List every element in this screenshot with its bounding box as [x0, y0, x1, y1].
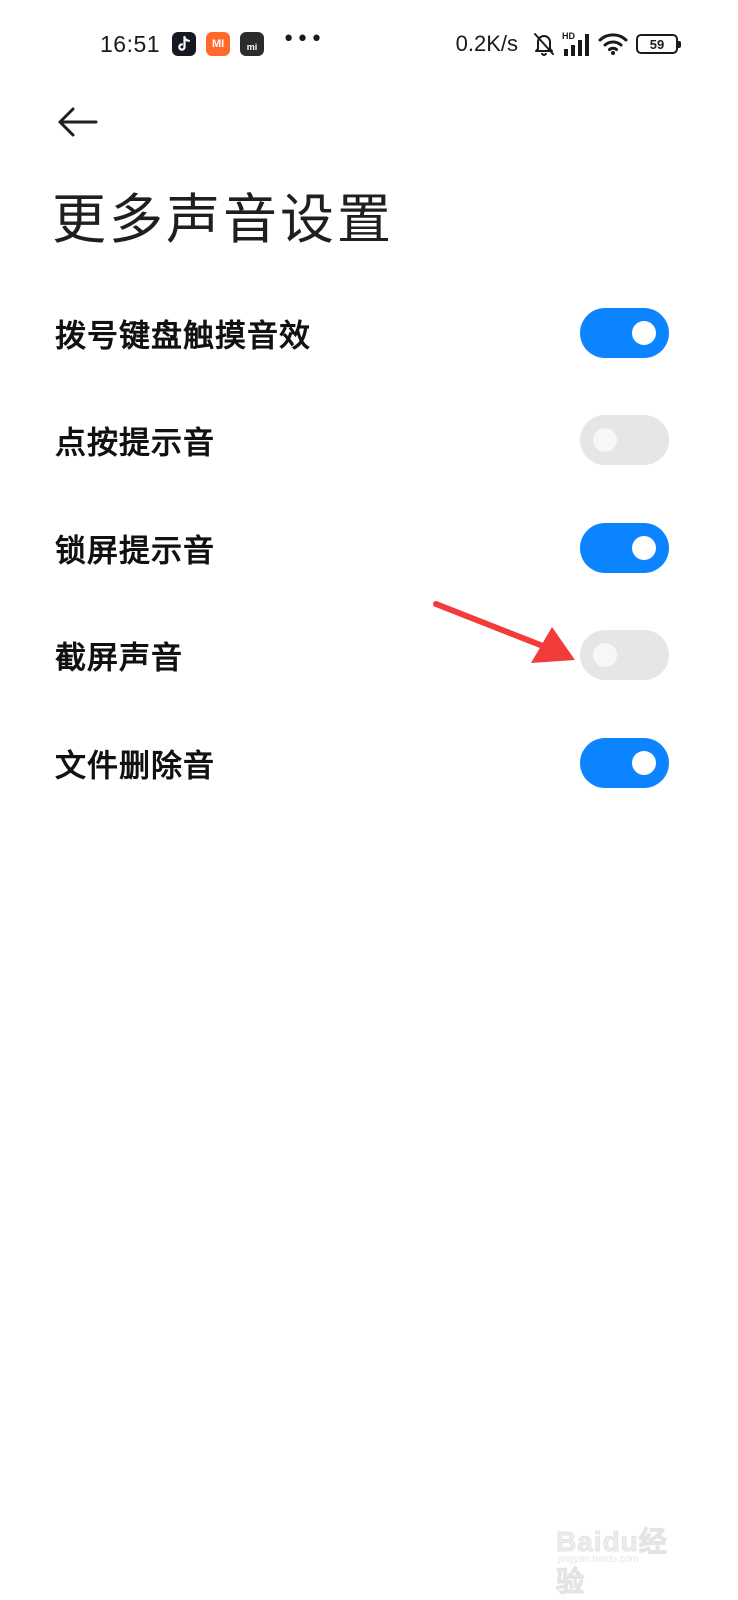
dialpad-touch-sound-toggle[interactable]: [580, 307, 669, 358]
bell-off-icon: [532, 31, 556, 57]
status-left: 16:51 MI mi •••: [100, 24, 324, 64]
toggle-knob: [593, 643, 617, 668]
tap-sound-toggle[interactable]: [580, 415, 669, 466]
setting-row-file-delete-sound[interactable]: 文件删除音: [0, 709, 738, 817]
watermark-url: jingyan.baidu.com: [558, 1554, 639, 1565]
setting-row-screenshot-sound[interactable]: 截屏声音: [0, 602, 738, 710]
setting-row-tap-sound[interactable]: 点按提示音: [0, 387, 738, 495]
file-delete-sound-toggle[interactable]: [580, 737, 669, 788]
mi-store-icon: mi: [240, 32, 265, 56]
hd-signal-icon: HD: [562, 30, 592, 58]
battery-level: 59: [649, 36, 665, 52]
setting-label: 点按提示音: [55, 425, 215, 462]
battery-icon: 59: [636, 34, 681, 54]
baidu-watermark: Baidu经验 jingyan.baidu.com: [556, 1518, 696, 1598]
toggle-knob: [632, 320, 656, 345]
mi-store-label: mi: [246, 42, 258, 52]
wifi-icon: [598, 32, 628, 56]
arrow-left-icon: [58, 107, 98, 137]
setting-row-lock-screen-sound[interactable]: 锁屏提示音: [0, 494, 738, 602]
page-title: 更多声音设置: [52, 188, 394, 251]
svg-text:HD: HD: [562, 31, 575, 41]
toggle-knob: [632, 750, 656, 775]
setting-row-dialpad-touch-sound[interactable]: 拨号键盘触摸音效: [0, 279, 738, 387]
mi-app-label: MI: [211, 38, 225, 50]
toggle-knob: [593, 428, 617, 453]
toggle-knob: [632, 535, 656, 560]
status-bar: 16:51 MI mi ••• 0.2K/s HD 59: [0, 0, 738, 88]
settings-list: 拨号键盘触摸音效 点按提示音 锁屏提示音 截屏声音 文件删除音: [0, 279, 738, 817]
network-speed: 0.2K/s: [455, 31, 518, 56]
status-right: 0.2K/s HD 59: [455, 24, 681, 64]
mi-app-icon: MI: [206, 32, 231, 56]
tiktok-icon: [172, 32, 197, 56]
setting-label: 文件删除音: [55, 748, 215, 785]
setting-label: 截屏声音: [55, 640, 183, 677]
lock-screen-sound-toggle[interactable]: [580, 522, 669, 573]
more-notifications-icon: •••: [282, 27, 324, 52]
setting-label: 锁屏提示音: [55, 533, 215, 570]
back-button[interactable]: [52, 96, 104, 148]
setting-label: 拨号键盘触摸音效: [55, 318, 311, 355]
status-time: 16:51: [100, 30, 161, 57]
screenshot-sound-toggle[interactable]: [580, 630, 669, 681]
